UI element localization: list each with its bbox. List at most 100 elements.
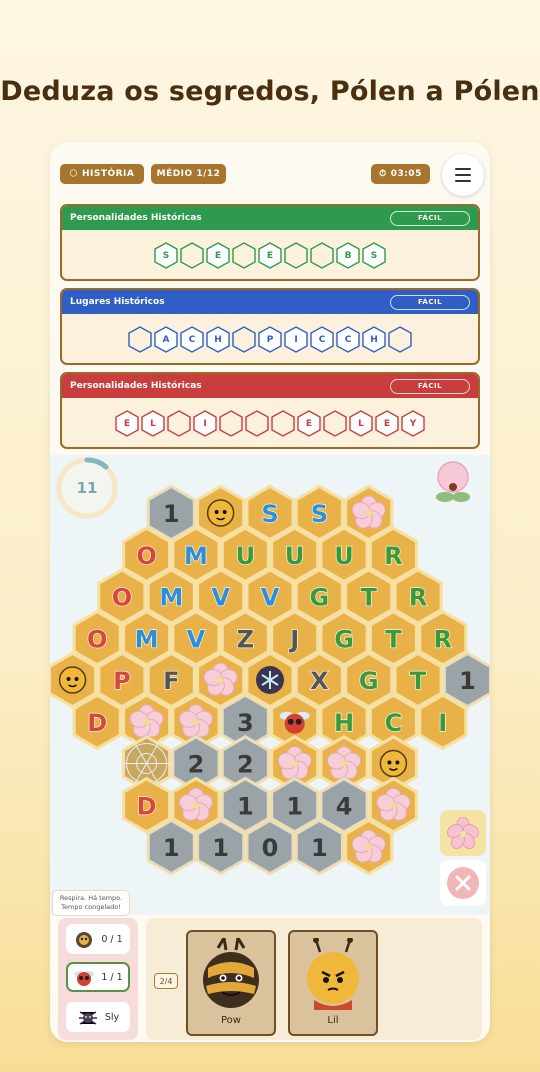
- tray-count: 2/4: [154, 973, 178, 989]
- answer-cell[interactable]: [388, 326, 412, 353]
- answer-cell[interactable]: E: [115, 410, 139, 437]
- answer-cell[interactable]: [245, 410, 269, 437]
- menu-button[interactable]: [442, 154, 484, 196]
- bottom-panel: 0 / 1 1 / 1 Sly 2/4 Pow Lil: [58, 918, 482, 1040]
- answer-cell[interactable]: [323, 410, 347, 437]
- level-badge[interactable]: MÉDIO 1/12: [151, 164, 226, 184]
- character-item-bee[interactable]: 0 / 1: [66, 924, 130, 954]
- answer-cell[interactable]: H: [362, 326, 386, 353]
- answer-cell[interactable]: [167, 410, 191, 437]
- answer-cell[interactable]: E: [206, 242, 230, 269]
- answer-letter: I: [203, 418, 207, 429]
- category-badge[interactable]: ⬡ HISTÓRIA: [60, 164, 144, 184]
- puzzle-card-header: Lugares Históricos FÁCIL: [62, 290, 478, 314]
- cell-letter: 1: [163, 500, 180, 528]
- cell-letter: 3: [237, 709, 254, 737]
- hint-note: Respira. Há tempo. Tempo congelado!: [52, 890, 130, 916]
- answer-letter: C: [318, 334, 326, 345]
- answer-cell[interactable]: L: [349, 410, 373, 437]
- character-item-spider[interactable]: Sly: [66, 1002, 130, 1032]
- answer-cell[interactable]: A: [154, 326, 178, 353]
- answer-letter: S: [370, 250, 378, 261]
- character-label: 1 / 1: [101, 971, 123, 983]
- answer-cell[interactable]: Y: [401, 410, 425, 437]
- answer-cell[interactable]: E: [297, 410, 321, 437]
- cell-letter: 2: [237, 751, 254, 779]
- answer-cell[interactable]: I: [284, 326, 308, 353]
- cell-letter: T: [385, 625, 402, 653]
- flower-power-button[interactable]: [440, 810, 486, 856]
- character-label: Sly: [104, 1011, 120, 1023]
- answer-letter: E: [266, 250, 274, 261]
- answer-cell[interactable]: L: [141, 410, 165, 437]
- answer-cell[interactable]: C: [336, 326, 360, 353]
- cell-letter: V: [211, 584, 230, 612]
- answer-cell[interactable]: P: [258, 326, 282, 353]
- character-card-lil[interactable]: Lil: [288, 930, 378, 1036]
- puzzle-card[interactable]: Personalidades Históricas FÁCIL S E E B S: [60, 204, 480, 281]
- answer-cell[interactable]: [310, 242, 334, 269]
- answer-cell[interactable]: [180, 242, 204, 269]
- answer-cell[interactable]: C: [180, 326, 204, 353]
- puzzle-card[interactable]: Personalidades Históricas FÁCIL E L I E L E Y: [60, 372, 480, 449]
- bee-icon: [76, 932, 93, 948]
- difficulty-badge: FÁCIL: [390, 294, 470, 310]
- cell-letter: R: [434, 625, 452, 653]
- cell-letter: U: [334, 542, 354, 570]
- answer-letter: [245, 410, 269, 437]
- cell-letter: S: [261, 500, 278, 528]
- cell-letter: R: [384, 542, 402, 570]
- clear-button[interactable]: [440, 860, 486, 906]
- answer-cell[interactable]: I: [193, 410, 217, 437]
- answer-cell[interactable]: E: [375, 410, 399, 437]
- answer-letter: [323, 410, 347, 437]
- cell-letter: T: [361, 584, 378, 612]
- category-label: HISTÓRIA: [81, 169, 135, 179]
- cell-letter: M: [135, 625, 159, 653]
- cell-letter: O: [87, 625, 107, 653]
- answer-cells: SEEBS: [62, 242, 478, 269]
- puzzle-title: Personalidades Históricas: [70, 381, 202, 391]
- cell-letter: S: [311, 500, 328, 528]
- answer-cell[interactable]: H: [206, 326, 230, 353]
- headline: Deduza os segredos, Pólen a Pólen: [0, 76, 540, 107]
- answer-cell[interactable]: C: [310, 326, 334, 353]
- answer-letter: C: [344, 334, 352, 345]
- cell-letter: M: [184, 542, 208, 570]
- cell-letter: T: [410, 667, 427, 695]
- puzzle-card-header: Personalidades Históricas FÁCIL: [62, 206, 478, 230]
- game-screen: ⬡ HISTÓRIA MÉDIO 1/12 ⏱ 03:05 Personalid…: [50, 142, 490, 1042]
- character-item-fly[interactable]: 1 / 1: [66, 962, 130, 992]
- cell-letter: 1: [237, 792, 254, 820]
- answer-cell[interactable]: B: [336, 242, 360, 269]
- answer-cell[interactable]: [232, 242, 256, 269]
- character-name: Pow: [221, 1015, 241, 1026]
- cell-letter: Z: [237, 625, 254, 653]
- answer-cell[interactable]: [271, 410, 295, 437]
- answer-letter: [128, 326, 152, 353]
- cell-letter: 1: [286, 792, 303, 820]
- difficulty-badge: FÁCIL: [390, 378, 470, 394]
- answer-cell[interactable]: [128, 326, 152, 353]
- cell-letter: D: [87, 709, 107, 737]
- answer-cells: ELIELEY: [62, 410, 478, 437]
- puzzle-title: Lugares Históricos: [70, 297, 165, 307]
- cell-letter: D: [137, 792, 157, 820]
- flower-icon: [447, 817, 479, 849]
- character-card-pow[interactable]: Pow: [186, 930, 276, 1036]
- answer-cell[interactable]: E: [258, 242, 282, 269]
- spider-icon: [78, 1011, 97, 1025]
- answer-letter: P: [266, 334, 274, 345]
- answer-letter: H: [214, 334, 222, 345]
- answer-letter: A: [162, 334, 170, 345]
- answer-cell[interactable]: S: [154, 242, 178, 269]
- answer-cell[interactable]: [219, 410, 243, 437]
- character-label: 0 / 1: [101, 933, 123, 945]
- answer-cell[interactable]: [232, 326, 256, 353]
- honeycomb-board: 1 S SO M U U U RO M V V G T RO M V Z J G T RP F X G T 1D 3 H C I2 2D 1 1…: [50, 484, 490, 876]
- cell-letter: F: [163, 667, 179, 695]
- answer-cell[interactable]: [284, 242, 308, 269]
- cell-letter: 1: [212, 834, 229, 862]
- answer-cell[interactable]: S: [362, 242, 386, 269]
- puzzle-card[interactable]: Lugares Históricos FÁCIL A C H P I C C H: [60, 288, 480, 365]
